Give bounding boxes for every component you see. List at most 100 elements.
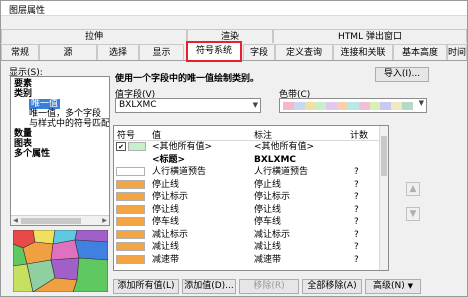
tree-item-match-to-symbols[interactable]: 与样式中的符号匹配 <box>29 119 109 129</box>
scroll-thumb[interactable] <box>381 136 387 176</box>
tab-time[interactable]: 时间 <box>447 44 467 60</box>
ramp-swatch <box>315 102 327 110</box>
move-down-button[interactable]: ▼ <box>406 207 420 221</box>
row-label: 停车线 <box>254 217 282 227</box>
chevron-down-icon[interactable]: ▼ <box>419 99 424 107</box>
value-field-select[interactable]: BXLXMC ▼ <box>115 98 261 113</box>
tab-html-popup[interactable]: HTML 弹出窗口 <box>273 29 467 43</box>
tab-fields[interactable]: 字段 <box>243 44 275 60</box>
table-row[interactable]: 减让标示 减让标示? <box>114 229 380 240</box>
tab-extrusion[interactable]: 拉伸 <box>1 29 187 43</box>
tab-selection[interactable]: 选择 <box>97 44 139 60</box>
symbol-swatch[interactable] <box>116 242 145 251</box>
ramp-swatch <box>369 102 381 110</box>
row-value: 减让标示 <box>152 229 189 240</box>
row-count: ? <box>354 204 359 215</box>
tree-item-unique-values[interactable]: 唯一值 <box>29 99 61 109</box>
table-row[interactable]: 人行横道预告 人行横道预告? <box>114 167 380 177</box>
row-count: ? <box>354 179 359 190</box>
renderer-tree[interactable]: 要素 类别 唯一值 唯一值，多个字段 与样式中的符号匹配 数量 图表 多个属性 … <box>10 76 110 226</box>
table-row[interactable]: 减让线 减让线? <box>114 242 380 252</box>
row-value: 减让线 <box>152 242 180 252</box>
symbol-swatch[interactable] <box>116 192 145 201</box>
tree-item-categories[interactable]: 类别 <box>14 89 32 99</box>
table-header: 符号 值 标注 计数 <box>114 126 380 141</box>
tab-definition-query[interactable]: 定义查询 <box>275 44 333 60</box>
tree-horizontal-scrollbar[interactable]: ◀ ▶ <box>11 215 109 225</box>
row-label: 减让标示 <box>254 229 291 240</box>
row-label: 减让线 <box>254 242 282 252</box>
tab-base-heights[interactable]: 基本高度 <box>393 44 447 60</box>
row-checkbox[interactable]: ✔ <box>116 142 126 151</box>
scroll-left-icon[interactable]: ◀ <box>11 216 20 225</box>
tab-symbology[interactable]: 符号系统 <box>186 41 242 62</box>
table-vertical-scrollbar[interactable] <box>379 126 388 270</box>
add-all-values-button[interactable]: 添加所有值(L) <box>113 279 179 294</box>
ramp-swatch <box>402 102 413 110</box>
move-up-button[interactable]: ▲ <box>406 182 420 196</box>
symbol-swatch[interactable] <box>116 179 145 189</box>
table-row[interactable]: <标题> BXLXMC <box>114 155 380 165</box>
color-ramp-select[interactable]: ▼ <box>279 98 427 113</box>
ramp-swatch <box>326 102 338 110</box>
table-row[interactable]: ✔ <其他所有值> <其他所有值> <box>114 142 380 152</box>
tree-item-unique-values-many-fields[interactable]: 唯一值，多个字段 <box>29 109 101 119</box>
symbol-table[interactable]: 符号 值 标注 计数 ✔ <其他所有值> <其他所有值> <标题> BXLXMC 人行横道… <box>113 125 389 271</box>
symbol-swatch[interactable] <box>116 229 145 239</box>
symbol-swatch[interactable] <box>116 204 145 214</box>
remove-button[interactable]: 移除(R) <box>239 279 299 294</box>
tree-item-multiple-attributes[interactable]: 多个属性 <box>14 149 50 159</box>
tab-joins-relates[interactable]: 连接和关联 <box>333 44 393 60</box>
row-value: 人行横道预告 <box>152 167 207 177</box>
tab-row: 常规 源 选择 显示 符号系统 字段 定义查询 连接和关联 基本高度 时间 <box>1 41 467 62</box>
row-value: <其他所有值> <box>152 142 213 152</box>
symbol-swatch[interactable] <box>128 142 146 151</box>
scroll-right-icon[interactable]: ▶ <box>100 216 109 225</box>
table-row[interactable]: 减速带 减速带? <box>114 254 380 265</box>
row-label: BXLXMC <box>254 154 297 165</box>
ramp-swatch <box>391 102 403 110</box>
value-field-value: BXLXMC <box>119 100 157 110</box>
symbol-swatch[interactable] <box>116 167 145 176</box>
tab-general[interactable]: 常规 <box>1 44 39 60</box>
row-label: 停让标示 <box>254 192 291 202</box>
row-value: 停车线 <box>152 217 180 227</box>
row-count: ? <box>354 229 359 240</box>
row-label: <其他所有值> <box>254 142 315 152</box>
row-count: ? <box>354 192 359 202</box>
color-ramp-preview <box>283 102 413 110</box>
symbol-swatch[interactable] <box>116 254 145 264</box>
row-value: <标题> <box>152 154 186 165</box>
table-row[interactable]: 停让标示 停让标示? <box>114 192 380 202</box>
header-value[interactable]: 值 <box>152 128 161 141</box>
advanced-button[interactable]: 高级(N) ▼ <box>365 279 421 294</box>
row-label: 人行横道预告 <box>254 167 309 177</box>
ramp-swatch <box>380 102 392 110</box>
table-row[interactable]: 停让线 停让线? <box>114 204 380 215</box>
table-row[interactable]: 停车线 停车线? <box>114 217 380 227</box>
table-row[interactable]: 停止线 停止线? <box>114 179 380 190</box>
map-preview <box>13 230 108 292</box>
row-count: ? <box>354 217 359 227</box>
tab-display[interactable]: 显示 <box>139 44 184 60</box>
chevron-down-icon[interactable]: ▼ <box>253 99 258 112</box>
header-symbol[interactable]: 符号 <box>117 128 135 141</box>
symbol-swatch[interactable] <box>116 217 145 226</box>
header-count[interactable]: 计数 <box>350 128 368 141</box>
row-label: 停止线 <box>254 179 282 190</box>
header-label[interactable]: 标注 <box>254 128 272 141</box>
remove-all-button[interactable]: 全部移除(A) <box>302 279 362 294</box>
renderer-description: 使用一个字段中的唯一值绘制类别。 <box>115 74 260 84</box>
window-title: 图层属性 <box>9 6 46 16</box>
tab-source[interactable]: 源 <box>39 44 97 60</box>
row-label: 减速带 <box>254 254 282 265</box>
tree-item-quantities[interactable]: 数量 <box>14 129 32 139</box>
add-values-button[interactable]: 添加值(D)... <box>182 279 236 294</box>
scroll-thumb[interactable] <box>21 218 81 224</box>
import-button[interactable]: 导入(I)... <box>375 67 429 82</box>
chevron-down-icon: ▼ <box>407 282 414 290</box>
symbology-panel: 使用一个字段中的唯一值绘制类别。 导入(I)... 值字段(V) BXLXMC … <box>113 67 465 297</box>
row-value: 停让标示 <box>152 192 189 202</box>
tree-item-features[interactable]: 要素 <box>14 79 32 89</box>
tree-item-charts[interactable]: 图表 <box>14 139 32 149</box>
